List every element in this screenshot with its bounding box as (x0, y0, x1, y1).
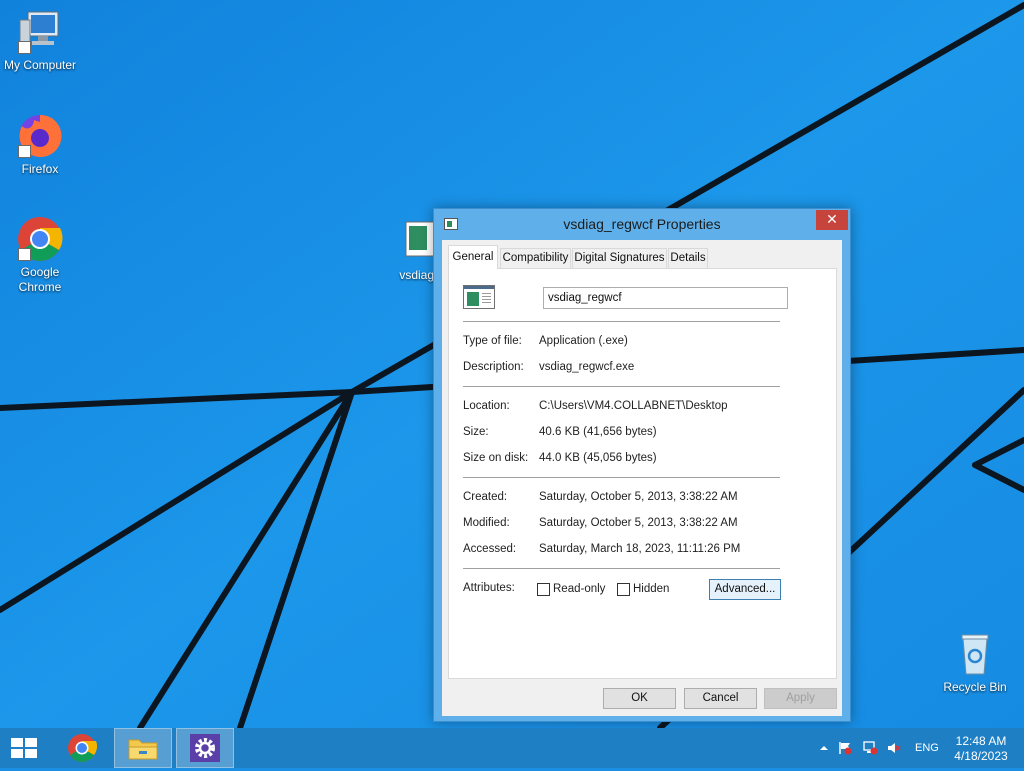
taskbar-file-explorer[interactable] (114, 728, 172, 768)
taskbar-settings[interactable] (176, 728, 234, 768)
input-language-indicator[interactable]: ENG (915, 742, 939, 754)
chrome-icon (16, 215, 64, 263)
desktop-icon-label: My Computer (3, 58, 77, 72)
created-label: Created: (463, 491, 508, 503)
location-value: C:\Users\VM4.COLLABNET\Desktop (539, 400, 728, 412)
tab-details[interactable]: Details (668, 248, 708, 268)
separator (463, 386, 780, 387)
accessed-label: Accessed: (463, 543, 517, 555)
separator (463, 568, 780, 569)
dialog-titlebar[interactable]: vsdiag_regwcf Properties ✕ (434, 209, 850, 239)
close-button[interactable]: ✕ (816, 210, 848, 230)
taskbar: ENG 12:48 AM 4/18/2023 (0, 728, 1024, 768)
chrome-desktop-icon[interactable]: Google Chrome (0, 215, 80, 295)
dialog-title: vsdiag_regwcf Properties (563, 216, 721, 232)
show-hidden-icons-icon[interactable] (816, 741, 832, 755)
accessed-value: Saturday, March 18, 2023, 11:11:26 PM (539, 543, 741, 555)
desktop-icon-label: Google Chrome (18, 265, 62, 294)
volume-muted-icon[interactable] (886, 741, 902, 755)
settings-icon (190, 734, 220, 762)
file-name-input[interactable] (543, 287, 788, 309)
desktop-icon-label: Firefox (21, 162, 59, 176)
taskbar-chrome[interactable] (53, 728, 111, 768)
tab-digital-signatures[interactable]: Digital Signatures (572, 248, 667, 268)
desktop-icon-label: Recycle Bin (943, 680, 1007, 694)
separator (463, 477, 780, 478)
attributes-label: Attributes: (463, 582, 515, 594)
hidden-label[interactable]: Hidden (633, 583, 669, 595)
cancel-button[interactable]: Cancel (684, 688, 757, 709)
description-value: vsdiag_regwcf.exe (539, 361, 635, 373)
apply-button[interactable]: Apply (764, 688, 837, 709)
firefox-icon (16, 112, 64, 160)
location-label: Location: (463, 400, 510, 412)
action-center-flag-icon[interactable] (837, 741, 853, 755)
file-type-icon (463, 285, 495, 309)
size-label: Size: (463, 426, 489, 438)
advanced-button[interactable]: Advanced... (709, 579, 781, 600)
my-computer-desktop-icon[interactable]: My Computer (0, 8, 80, 73)
chrome-icon (68, 734, 98, 762)
taskbar-clock[interactable]: 12:48 AM 4/18/2023 (952, 734, 1010, 764)
read-only-checkbox[interactable] (537, 583, 550, 596)
close-icon: ✕ (826, 211, 838, 227)
size-value: 40.6 KB (41,656 bytes) (539, 426, 657, 438)
recycle-bin-icon (951, 630, 999, 678)
clock-time: 12:48 AM (955, 734, 1007, 748)
general-tab-panel: Type of file: Application (.exe) Descrip… (448, 268, 837, 679)
computer-icon (16, 8, 64, 56)
read-only-label[interactable]: Read-only (553, 583, 605, 595)
tab-general[interactable]: General (448, 245, 498, 269)
firefox-desktop-icon[interactable]: Firefox (0, 112, 80, 177)
clock-date: 4/18/2023 (954, 749, 1008, 763)
modified-label: Modified: (463, 517, 510, 529)
start-button[interactable] (0, 728, 48, 768)
created-value: Saturday, October 5, 2013, 3:38:22 AM (539, 491, 738, 503)
description-label: Description: (463, 361, 524, 373)
properties-dialog: vsdiag_regwcf Properties ✕ General Compa… (433, 208, 851, 722)
type-of-file-value: Application (.exe) (539, 335, 628, 347)
network-icon[interactable] (862, 741, 878, 755)
modified-value: Saturday, October 5, 2013, 3:38:22 AM (539, 517, 738, 529)
recycle-bin-desktop-icon[interactable]: Recycle Bin (935, 630, 1015, 695)
hidden-checkbox[interactable] (617, 583, 630, 596)
file-explorer-icon (128, 739, 158, 760)
type-of-file-label: Type of file: (463, 335, 522, 347)
size-on-disk-value: 44.0 KB (45,056 bytes) (539, 452, 657, 464)
size-on-disk-label: Size on disk: (463, 452, 529, 464)
separator (463, 321, 780, 322)
tab-compatibility[interactable]: Compatibility (500, 248, 571, 268)
ok-button[interactable]: OK (603, 688, 676, 709)
start-icon (11, 738, 37, 758)
dialog-client-area: General Compatibility Digital Signatures… (442, 240, 842, 716)
